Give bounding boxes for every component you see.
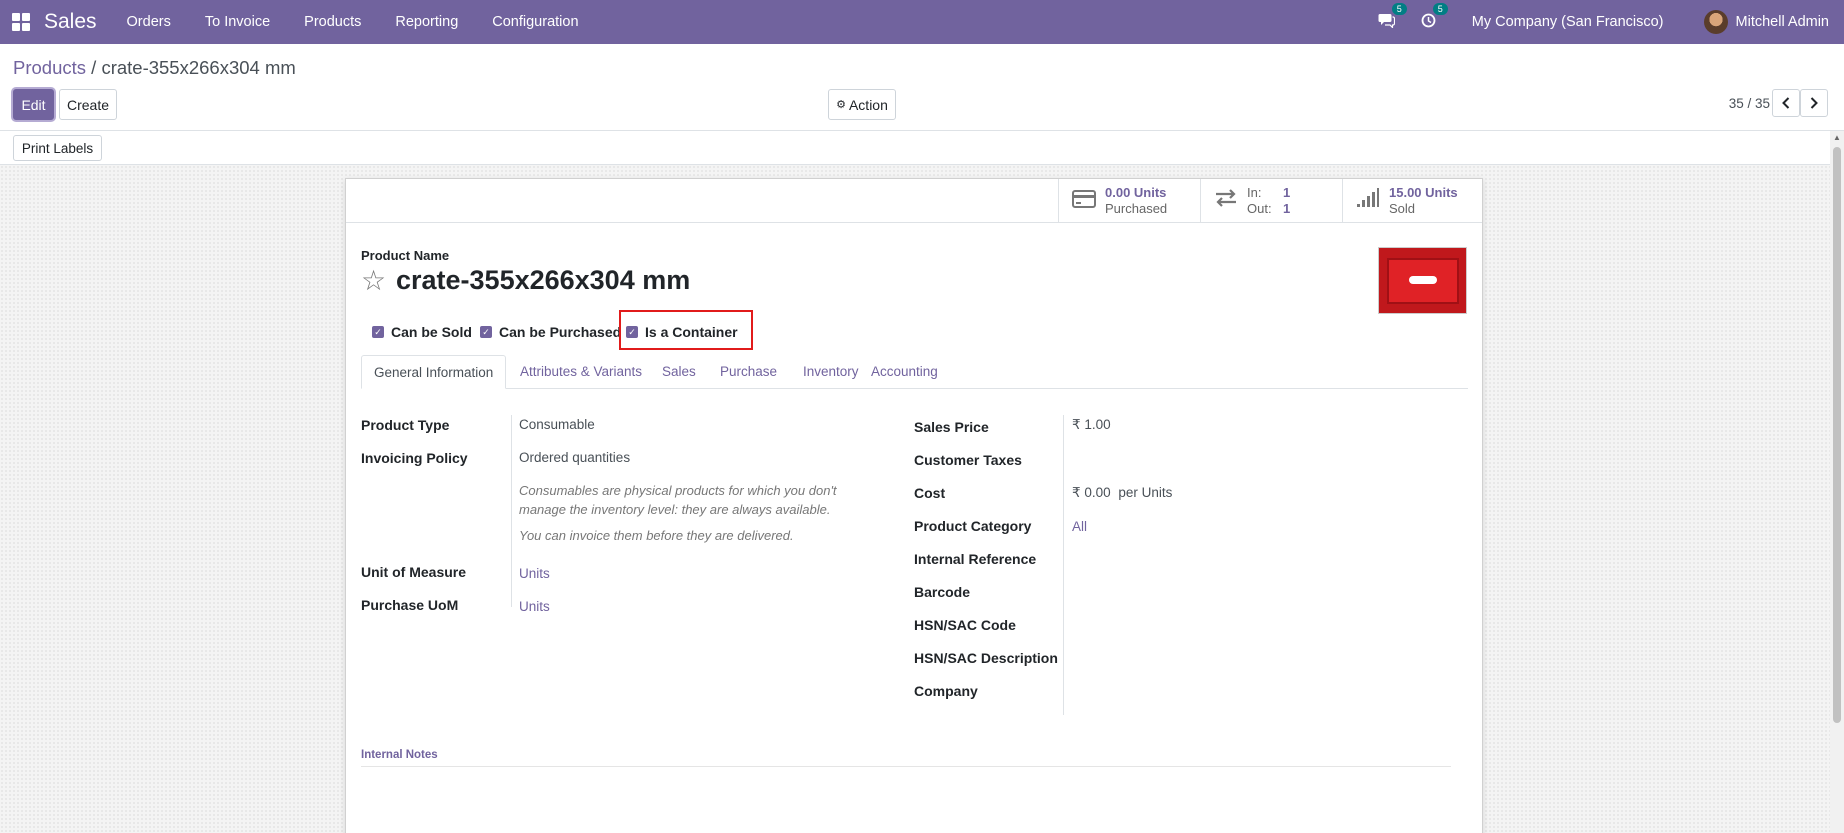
tab-accounting[interactable]: Accounting	[859, 355, 950, 389]
out-value: 1	[1283, 201, 1291, 216]
scroll-up-arrow-icon[interactable]: ▲	[1833, 133, 1841, 142]
hsn-sac-code-label: HSN/SAC Code	[914, 617, 1016, 633]
product-type-field[interactable]: Consumable	[519, 417, 595, 432]
sold-label: Sold	[1389, 201, 1416, 216]
purchase-uom-field[interactable]: Units	[519, 599, 550, 614]
tab-purchase[interactable]: Purchase	[708, 355, 789, 389]
sold-smart-button[interactable]: 15.00 Units Sold	[1342, 179, 1483, 223]
chevron-right-icon	[1810, 97, 1818, 109]
invoicing-policy-label: Invoicing Policy	[361, 450, 468, 466]
cost-field[interactable]: ₹ 0.00 per Units	[1072, 485, 1172, 501]
product-image[interactable]	[1378, 247, 1467, 314]
internal-notes-separator	[361, 766, 1451, 767]
messages-badge: 5	[1391, 2, 1407, 15]
form-sheet: 0.00 Units Purchased In: 1 Out: 1 15.00 …	[345, 178, 1483, 833]
company-label: Company	[914, 683, 978, 699]
create-button[interactable]: Create	[59, 89, 117, 120]
notebook-tabs: General Information Attributes & Variant…	[361, 355, 1468, 389]
pager-value[interactable]: 35 / 35	[1729, 96, 1770, 111]
signal-bars-icon	[1355, 188, 1381, 214]
highlight-box	[619, 310, 753, 350]
menu-to-invoice[interactable]: To Invoice	[205, 14, 270, 30]
purchased-label: Purchased	[1105, 201, 1168, 216]
tab-general-information[interactable]: General Information	[361, 355, 507, 389]
menu-configuration[interactable]: Configuration	[492, 14, 578, 30]
vertical-scrollbar[interactable]: ▲	[1830, 131, 1844, 833]
company-switcher[interactable]: My Company (San Francisco)	[1472, 14, 1664, 30]
breadcrumb-products-link[interactable]: Products	[13, 57, 86, 78]
hsn-sac-description-label: HSN/SAC Description	[914, 650, 1058, 666]
internal-notes-label: Internal Notes	[361, 749, 438, 761]
user-menu[interactable]: Mitchell Admin	[1736, 14, 1829, 30]
menu-reporting[interactable]: Reporting	[395, 14, 458, 30]
activities-badge: 5	[1432, 2, 1448, 15]
barcode-label: Barcode	[914, 584, 971, 600]
app-name[interactable]: Sales	[44, 10, 97, 34]
can-be-purchased-label[interactable]: Can be Purchased	[499, 324, 621, 340]
control-panel: Products / crate-355x266x304 mm Edit Cre…	[0, 44, 1844, 131]
exchange-arrows-icon	[1213, 188, 1239, 214]
product-type-label: Product Type	[361, 417, 450, 433]
form-statusbar: Print Labels	[0, 131, 1844, 165]
internal-reference-label: Internal Reference	[914, 551, 1037, 567]
favorite-star-icon[interactable]: ☆	[361, 267, 386, 295]
print-labels-button[interactable]: Print Labels	[13, 135, 102, 161]
user-avatar[interactable]	[1703, 10, 1728, 34]
breadcrumb-current: crate-355x266x304 mm	[101, 57, 296, 78]
cost-unit: per Units	[1118, 485, 1173, 500]
credit-card-icon	[1071, 188, 1097, 214]
product-name-field[interactable]: crate-355x266x304 mm	[396, 265, 690, 296]
invoice-help-text: You can invoice them before they are del…	[519, 528, 794, 543]
purchased-value: 0.00 Units	[1105, 185, 1167, 200]
menu-orders[interactable]: Orders	[127, 14, 171, 30]
right-group-separator	[1063, 415, 1064, 715]
out-label: Out:	[1247, 201, 1272, 216]
pager-previous-button[interactable]	[1772, 89, 1800, 117]
pager-next-button[interactable]	[1800, 89, 1828, 117]
unit-of-measure-field[interactable]: Units	[519, 566, 550, 581]
activities-clock-icon[interactable]: 5	[1421, 2, 1448, 32]
in-value: 1	[1283, 185, 1291, 200]
cost-value: ₹ 0.00	[1072, 485, 1111, 500]
product-name-label: Product Name	[361, 248, 450, 263]
action-button-label: Action	[848, 96, 888, 113]
breadcrumb: Products / crate-355x266x304 mm	[13, 57, 296, 79]
can-be-purchased-checkbox-row: ✓ Can be Purchased	[480, 322, 621, 342]
in-out-smart-button[interactable]: In: 1 Out: 1	[1200, 179, 1342, 223]
unit-of-measure-label: Unit of Measure	[361, 564, 467, 580]
consumable-help-text: Consumables are physical products for wh…	[519, 483, 837, 517]
can-be-purchased-checkbox[interactable]: ✓	[480, 326, 492, 338]
left-group-separator	[511, 415, 512, 607]
tab-attributes-variants[interactable]: Attributes & Variants	[508, 355, 654, 389]
menu-products[interactable]: Products	[304, 14, 361, 30]
purchase-uom-label: Purchase UoM	[361, 597, 459, 613]
product-category-label: Product Category	[914, 518, 1032, 534]
messages-icon[interactable]: 5	[1378, 2, 1407, 32]
purchased-smart-button[interactable]: 0.00 Units Purchased	[1058, 179, 1200, 223]
gear-icon: ⚙	[836, 99, 846, 111]
breadcrumb-separator: /	[91, 57, 97, 78]
top-navbar: Sales Orders To Invoice Products Reporti…	[0, 0, 1844, 44]
smart-button-box: 0.00 Units Purchased In: 1 Out: 1 15.00 …	[346, 179, 1482, 223]
scrollbar-thumb[interactable]	[1833, 147, 1841, 723]
sales-price-label: Sales Price	[914, 419, 989, 435]
chevron-left-icon	[1782, 97, 1790, 109]
can-be-sold-checkbox[interactable]: ✓	[372, 326, 384, 338]
invoicing-policy-field[interactable]: Ordered quantities	[519, 450, 630, 465]
cost-label: Cost	[914, 485, 946, 501]
tab-sales[interactable]: Sales	[650, 355, 708, 389]
customer-taxes-label: Customer Taxes	[914, 452, 1022, 468]
edit-button[interactable]: Edit	[13, 89, 54, 120]
in-label: In:	[1247, 185, 1262, 200]
action-button[interactable]: ⚙ Action	[828, 89, 896, 120]
apps-menu-icon[interactable]	[12, 13, 30, 31]
can-be-sold-checkbox-row: ✓ Can be Sold	[372, 322, 472, 342]
can-be-sold-label[interactable]: Can be Sold	[391, 324, 472, 340]
sales-price-field[interactable]: ₹ 1.00	[1072, 417, 1111, 433]
sold-value: 15.00 Units	[1389, 185, 1458, 200]
product-category-field[interactable]: All	[1072, 519, 1087, 534]
